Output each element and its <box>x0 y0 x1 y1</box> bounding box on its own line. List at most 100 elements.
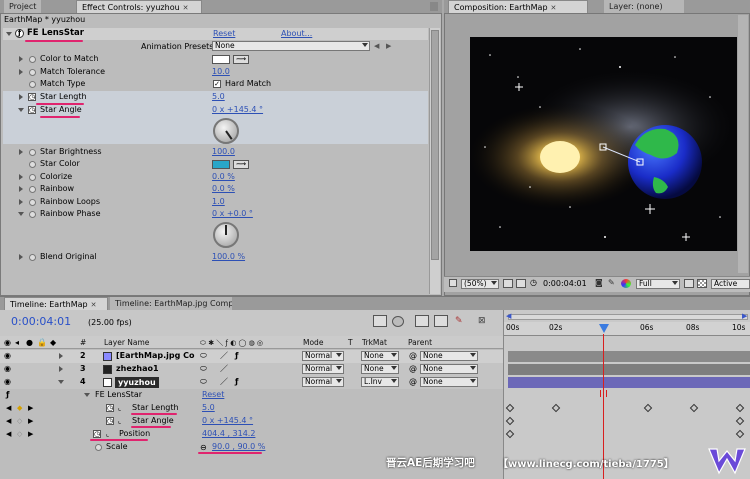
layer-row-3[interactable]: ◉ 3 zhezhao1 ⬭ ／ Normal None @ None <box>0 363 503 376</box>
snapshot-icon[interactable]: ◙ <box>595 279 605 288</box>
expand-triangle-icon[interactable] <box>19 94 23 100</box>
composition-viewer[interactable] <box>470 37 737 251</box>
prev-keyframe-icon[interactable]: ◀ <box>6 403 11 413</box>
keyframe[interactable] <box>735 403 745 413</box>
layer-bar-2[interactable] <box>508 351 750 362</box>
eyedropper-icon[interactable]: ⟿ <box>233 55 249 64</box>
tab-effect-controls[interactable]: Effect Controls: yyuzhou ✕ <box>76 0 202 13</box>
panel-menu-icon[interactable] <box>430 2 438 11</box>
quality-icon[interactable]: ／ <box>220 351 228 361</box>
next-keyframe-icon[interactable]: ▶ <box>28 403 33 413</box>
collapse-triangle-icon[interactable] <box>18 108 24 112</box>
effect-scrollbar[interactable] <box>429 28 440 294</box>
keyframe[interactable] <box>505 403 515 413</box>
prop-value[interactable]: 0.0 % <box>212 171 235 184</box>
prop-value[interactable]: 5.0 <box>202 402 215 415</box>
clock-icon[interactable]: ◷ <box>530 279 540 288</box>
keyframe[interactable] <box>735 416 745 426</box>
always-preview-icon[interactable] <box>449 279 457 287</box>
star-angle-dial[interactable] <box>213 118 239 144</box>
pickwhip-icon[interactable]: @ <box>409 351 417 361</box>
stopwatch-on-icon[interactable]: ◷ <box>28 106 36 114</box>
add-keyframe-icon[interactable]: ◆ <box>17 403 22 413</box>
rainbow-phase-dial[interactable] <box>213 222 239 248</box>
tab-timeline-earthmap[interactable]: Timeline: EarthMap ✕ <box>4 297 108 310</box>
keyframe[interactable] <box>505 416 515 426</box>
shy-icon[interactable]: ⬭ <box>200 377 207 387</box>
expand-triangle-icon[interactable] <box>19 174 23 180</box>
layer-bar-4[interactable] <box>508 377 750 388</box>
safe-zones-icon[interactable] <box>503 279 513 288</box>
keyframe[interactable] <box>643 403 653 413</box>
stopwatch-icon[interactable] <box>29 174 36 181</box>
stopwatch-on-icon[interactable]: ◷ <box>28 93 36 101</box>
mode-dropdown[interactable]: Normal <box>302 351 344 361</box>
parent-dropdown[interactable]: None <box>420 377 478 387</box>
fx-icon[interactable]: ƒ <box>6 390 9 400</box>
stopwatch-on-icon[interactable]: ◷ <box>106 417 114 425</box>
mode-dropdown[interactable]: Normal <box>302 364 344 374</box>
stopwatch-icon[interactable] <box>29 161 36 168</box>
stopwatch-icon[interactable] <box>29 199 36 206</box>
hard-match-checkbox[interactable]: ✓ <box>213 80 221 88</box>
col-header-layer-name[interactable]: Layer Name <box>104 338 149 347</box>
comp-mini-flowchart-icon[interactable] <box>373 315 387 327</box>
show-snapshot-icon[interactable]: ✎ <box>608 279 618 288</box>
tab-project[interactable]: Project <box>4 0 42 13</box>
composition-scrollbar[interactable] <box>738 15 748 273</box>
prop-value[interactable]: 100.0 % <box>212 251 245 264</box>
shy-icon[interactable]: ⬭ <box>200 351 207 361</box>
expand-triangle-icon[interactable] <box>19 149 23 155</box>
expand-triangle-icon[interactable] <box>19 56 23 62</box>
expand-triangle-icon[interactable] <box>59 353 63 359</box>
frame-blending-icon[interactable]: ✎ <box>455 316 467 327</box>
keyframe[interactable] <box>551 403 561 413</box>
collapse-triangle-icon[interactable] <box>18 212 24 216</box>
prop-value[interactable]: 100.0 <box>212 146 235 159</box>
close-icon[interactable]: ✕ <box>91 301 97 309</box>
graph-icon[interactable]: ⌞ <box>118 416 121 426</box>
stopwatch-icon[interactable] <box>29 254 36 261</box>
add-keyframe-icon[interactable]: ◇ <box>17 416 22 426</box>
close-icon[interactable]: ✕ <box>183 4 189 12</box>
timeline-timecode[interactable]: 0:00:04:01 <box>11 315 71 328</box>
quality-icon[interactable]: ／ <box>220 377 228 387</box>
prop-value[interactable]: 1.0 <box>212 196 225 209</box>
eye-icon[interactable]: ◉ <box>4 377 11 387</box>
stopwatch-icon[interactable] <box>95 444 102 451</box>
prop-value[interactable]: 10.0 <box>212 66 230 79</box>
prop-value[interactable]: 0 x +0.0 ° <box>212 208 253 221</box>
scrollbar-thumb[interactable] <box>431 30 439 260</box>
collapse-triangle-icon[interactable] <box>6 32 12 36</box>
prop-value[interactable]: 0 x +145.4 ° <box>202 415 253 428</box>
pickwhip-icon[interactable]: @ <box>409 377 417 387</box>
keyframe[interactable] <box>689 403 699 413</box>
live-update-icon[interactable] <box>392 316 404 327</box>
fx-icon[interactable]: ƒ <box>15 29 24 38</box>
parent-dropdown[interactable]: None <box>420 351 478 361</box>
presets-dropdown[interactable]: None <box>212 41 370 51</box>
expand-triangle-icon[interactable] <box>59 366 63 372</box>
pickwhip-icon[interactable]: @ <box>409 364 417 374</box>
color-swatch[interactable] <box>212 55 230 64</box>
graph-icon[interactable]: ⌞ <box>118 403 121 413</box>
tab-timeline-earthmap-comp1[interactable]: Timeline: EarthMap.jpg Comp 1 <box>110 297 232 310</box>
stopwatch-icon[interactable] <box>29 149 36 156</box>
work-area-end-icon[interactable]: ▶ <box>742 312 747 320</box>
prev-keyframe-icon[interactable]: ◀ <box>6 416 11 426</box>
stopwatch-on-icon[interactable]: ◷ <box>93 430 101 438</box>
layer-bar-3[interactable] <box>508 364 750 375</box>
reset-link[interactable]: Reset <box>202 389 224 402</box>
channel-icon[interactable] <box>621 279 631 288</box>
collapse-triangle-icon[interactable] <box>58 380 64 384</box>
region-of-interest-icon[interactable] <box>684 279 694 288</box>
layer-name[interactable]: yyuzhou <box>115 377 159 388</box>
time-ruler[interactable] <box>504 322 750 336</box>
prop-value[interactable]: 0 x +145.4 ° <box>212 104 263 117</box>
expand-triangle-icon[interactable] <box>19 254 23 260</box>
tab-composition[interactable]: Composition: EarthMap ✕ <box>448 0 588 13</box>
hide-shy-layers-icon[interactable] <box>434 315 448 327</box>
about-link[interactable]: About... <box>281 29 312 38</box>
resolution-dropdown[interactable]: Full <box>636 279 680 289</box>
tab-layer[interactable]: Layer: (none) <box>604 0 684 13</box>
